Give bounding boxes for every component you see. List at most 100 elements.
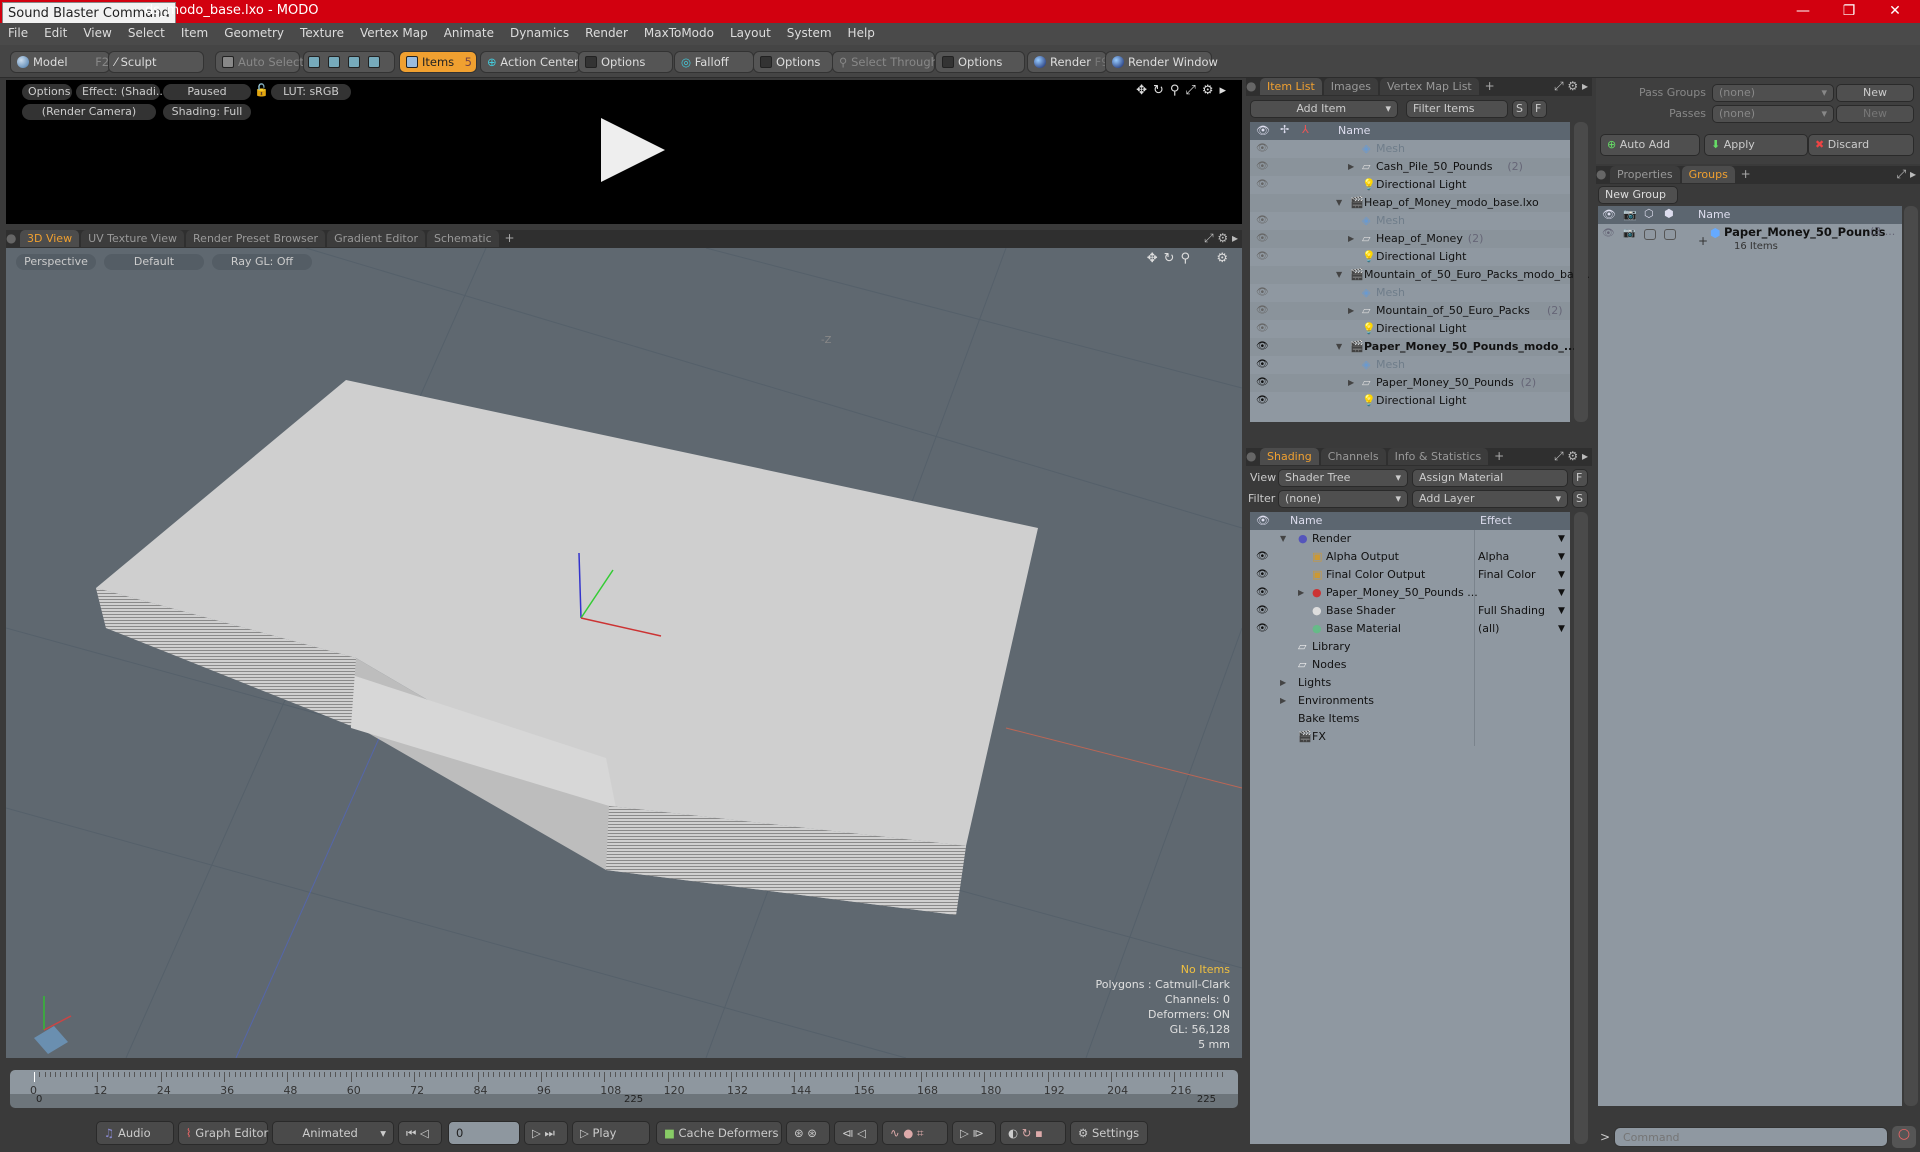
move-icon[interactable]: ✥ bbox=[1147, 251, 1164, 266]
lock-column-icon[interactable]: ⬡ bbox=[1644, 207, 1654, 220]
graph-editor-button[interactable]: ⌇ Graph Editor bbox=[178, 1121, 268, 1145]
materials-mode-icon[interactable] bbox=[368, 56, 380, 68]
name-column-header[interactable]: Name bbox=[1338, 124, 1370, 137]
menu-render[interactable]: Render bbox=[577, 23, 636, 40]
last-key-icon[interactable]: ⧐ bbox=[973, 1126, 985, 1140]
menu-system[interactable]: System bbox=[779, 23, 840, 40]
visibility-toggle[interactable]: 👁 bbox=[1256, 230, 1269, 248]
f-button[interactable]: F bbox=[1531, 100, 1547, 118]
tab-schematic[interactable]: Schematic bbox=[427, 230, 499, 247]
pause-toggle[interactable]: Paused bbox=[163, 84, 251, 100]
arrow-right-icon[interactable]: ▸ bbox=[1232, 231, 1238, 245]
preview-options-button[interactable]: Options bbox=[22, 84, 72, 100]
effect-dropdown[interactable]: Final Color bbox=[1478, 566, 1536, 584]
item-row[interactable]: 👁 💡 Directional Light bbox=[1250, 392, 1570, 410]
chevron-down-icon[interactable]: ▼ bbox=[1558, 530, 1565, 548]
shader-row[interactable]: ▶ Environments bbox=[1250, 692, 1570, 710]
shading-dropdown[interactable]: Shading: Full bbox=[163, 104, 251, 120]
chevron-down-icon[interactable]: ▼ bbox=[1558, 566, 1565, 584]
effect-dropdown[interactable]: Alpha bbox=[1478, 548, 1509, 566]
rotate-icon[interactable]: ↻ bbox=[1153, 83, 1170, 98]
menu-layout[interactable]: Layout bbox=[722, 23, 779, 40]
tab-images[interactable]: Images bbox=[1323, 78, 1378, 95]
item-row[interactable]: 👁 ▶ ▱ Paper_Money_50_Pounds (2) bbox=[1250, 374, 1570, 392]
render-button[interactable]: Render F9 bbox=[1027, 51, 1109, 73]
item-row[interactable]: 👁 ▶ ▱ Mountain_of_50_Euro_Packs (2) bbox=[1250, 302, 1570, 320]
select-toggle[interactable] bbox=[1664, 229, 1676, 240]
shader-row[interactable]: ▶ Lights bbox=[1250, 674, 1570, 692]
visibility-toggle[interactable]: 👁 bbox=[1256, 248, 1269, 266]
menu-texture[interactable]: Texture bbox=[292, 23, 352, 40]
visibility-toggle[interactable]: 👁 bbox=[1256, 338, 1269, 356]
s-button[interactable]: S bbox=[1512, 100, 1528, 118]
new-pass-group-button[interactable]: New bbox=[1836, 84, 1914, 102]
visibility-toggle[interactable]: 👁 bbox=[1256, 602, 1269, 620]
shader-row[interactable]: 👁 ▣ Alpha Output Alpha ▼ bbox=[1250, 548, 1570, 566]
s-button[interactable]: S bbox=[1572, 490, 1588, 508]
menu-vertex-map[interactable]: Vertex Map bbox=[352, 23, 436, 40]
lock-toggle[interactable] bbox=[1644, 229, 1656, 240]
shader-row[interactable]: 🎬 FX bbox=[1250, 728, 1570, 746]
passes-dropdown[interactable]: (none) ▾ bbox=[1712, 105, 1834, 123]
gear-icon[interactable]: ⚙ bbox=[1216, 251, 1234, 266]
restore-button[interactable]: ❐ bbox=[1826, 0, 1872, 23]
visibility-toggle[interactable]: 👁 bbox=[1256, 158, 1269, 176]
effect-dropdown[interactable]: (all) bbox=[1478, 620, 1499, 638]
polygons-mode-icon[interactable] bbox=[348, 56, 360, 68]
chevron-down-icon[interactable]: ▼ bbox=[1558, 602, 1565, 620]
arrow-right-icon[interactable]: ▸ bbox=[1910, 167, 1916, 181]
render-window-button[interactable]: Render Window bbox=[1105, 51, 1218, 73]
shader-row[interactable]: 👁 ▣ Final Color Output Final Color ▼ bbox=[1250, 566, 1570, 584]
zoom-icon[interactable]: ⚲ bbox=[1170, 83, 1186, 98]
item-row[interactable]: ▼ 🎬 Mountain_of_50_Euro_Packs_modo_bas... bbox=[1250, 266, 1590, 284]
assign-material-button[interactable]: Assign Material bbox=[1412, 469, 1568, 487]
item-row[interactable]: 👁 ◈ Mesh bbox=[1250, 284, 1570, 302]
expand-icon[interactable]: ▶ bbox=[1298, 584, 1304, 602]
sculpt-button[interactable]: ⁄ Sculpt bbox=[108, 51, 204, 73]
shader-scrollbar[interactable] bbox=[1574, 512, 1588, 1144]
remove-key-icon[interactable]: ⊛ bbox=[807, 1126, 817, 1140]
collapse-icon[interactable]: ▼ bbox=[1280, 530, 1286, 548]
keys-icon[interactable]: ▪ bbox=[1035, 1126, 1043, 1140]
menu-dynamics[interactable]: Dynamics bbox=[502, 23, 577, 40]
effect-column-header[interactable]: Effect bbox=[1480, 514, 1512, 527]
f-button[interactable]: F bbox=[1572, 469, 1588, 487]
tab-vertex-map-list[interactable]: Vertex Map List bbox=[1379, 78, 1479, 95]
style-dropdown[interactable]: Default bbox=[104, 254, 204, 270]
audio-button[interactable]: ♫ Audio bbox=[96, 1121, 174, 1145]
add-tab-icon[interactable]: + bbox=[1737, 167, 1751, 181]
tab-info-statistics[interactable]: Info & Statistics bbox=[1387, 448, 1489, 465]
play-button[interactable]: ▷ Play bbox=[572, 1121, 650, 1145]
auto-select-button[interactable]: Auto Select bbox=[215, 51, 304, 73]
add-layer-dropdown[interactable]: Add Layer ▾ bbox=[1412, 490, 1568, 508]
set-key-icon[interactable]: ⊛ bbox=[794, 1126, 804, 1140]
tab-groups[interactable]: Groups bbox=[1681, 166, 1735, 183]
animated-dropdown[interactable]: Animated ▾ bbox=[272, 1121, 394, 1145]
add-tab-icon[interactable]: + bbox=[501, 231, 514, 245]
items-mode-button[interactable]: Items 5 bbox=[399, 51, 477, 73]
maximize-icon[interactable]: ⤢ bbox=[1185, 83, 1201, 98]
new-group-button[interactable]: New Group bbox=[1598, 186, 1678, 204]
chevron-down-icon[interactable]: ▼ bbox=[1558, 620, 1565, 638]
visibility-toggle[interactable]: 👁 bbox=[1256, 548, 1269, 566]
falloff-options-button[interactable]: Options bbox=[753, 51, 833, 73]
close-button[interactable]: ✕ bbox=[1872, 0, 1918, 23]
filter-items-input[interactable]: Filter Items bbox=[1406, 100, 1508, 118]
maximize-icon[interactable]: ⤢ bbox=[1897, 167, 1907, 181]
visibility-toggle[interactable]: 👁 bbox=[1256, 566, 1269, 584]
pass-groups-dropdown[interactable]: (none) ▾ bbox=[1712, 84, 1834, 102]
projection-dropdown[interactable]: Perspective bbox=[16, 254, 96, 270]
3d-viewport[interactable]: -Z Perspective Default Ray GL: Off ✥↻⚲ ⚙… bbox=[6, 248, 1242, 1058]
action-center-options-button[interactable]: Options bbox=[578, 51, 673, 73]
prev-frame-icon[interactable]: ◁ bbox=[420, 1126, 429, 1140]
action-center-button[interactable]: ⊕ Action Center bbox=[480, 51, 580, 73]
select-column-icon[interactable]: ⬢ bbox=[1664, 207, 1674, 220]
arrow-right-icon[interactable]: ▸ bbox=[1582, 449, 1588, 463]
visibility-toggle[interactable]: 👁 bbox=[1256, 320, 1269, 338]
last-frame-icon[interactable]: ⏭ bbox=[545, 1126, 555, 1140]
item-row[interactable]: 👁 💡 Directional Light bbox=[1250, 176, 1570, 194]
first-frame-icon[interactable]: ⏮ bbox=[406, 1126, 416, 1140]
menu-maxtomodo[interactable]: MaxToModo bbox=[636, 23, 722, 40]
settings-button[interactable]: ⚙ Settings bbox=[1070, 1121, 1148, 1145]
shader-row[interactable]: ▱ Library bbox=[1250, 638, 1570, 656]
